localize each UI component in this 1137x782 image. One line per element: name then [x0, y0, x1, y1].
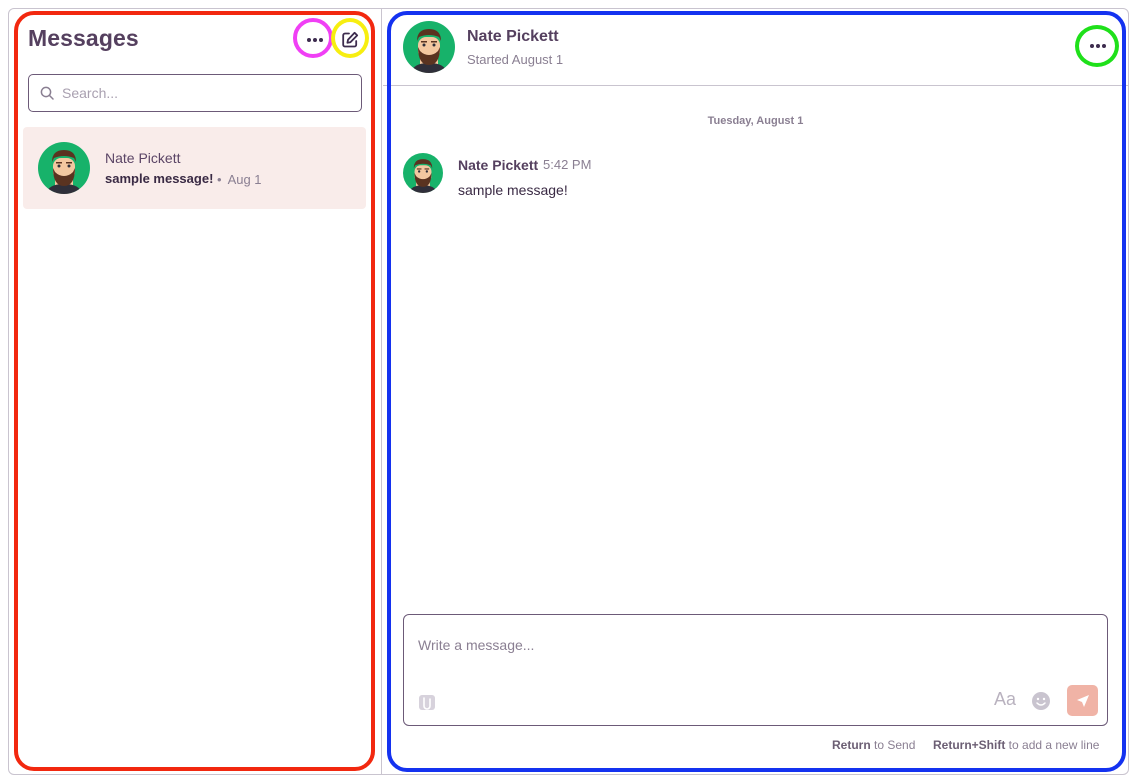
chat-subtitle: Started August 1 — [467, 52, 564, 67]
more-horizontal-icon — [1090, 44, 1106, 48]
conversation-date: • Aug 1 — [217, 172, 262, 187]
conversation-name: Nate Pickett — [105, 150, 181, 166]
conversation-date-text: Aug 1 — [227, 172, 262, 187]
search-icon — [40, 86, 54, 100]
compose-icon — [342, 31, 359, 48]
attachment-icon — [419, 695, 435, 710]
compose-button[interactable] — [335, 25, 365, 55]
bearded-man-avatar-icon — [38, 142, 90, 194]
search-input[interactable] — [62, 85, 342, 101]
list-options-button[interactable] — [300, 25, 330, 55]
bearded-man-avatar-icon — [403, 153, 443, 193]
avatar — [38, 142, 90, 199]
format-text-button[interactable]: Aa — [994, 689, 1016, 710]
page-title: Messages — [28, 25, 139, 51]
send-button[interactable] — [1067, 685, 1098, 716]
chat-header-avatar — [403, 21, 455, 78]
send-hint-key: Return — [832, 738, 871, 752]
conversation-list-pane — [9, 9, 382, 774]
newline-hint-text: to add a new line — [1005, 738, 1100, 752]
message-input[interactable] — [418, 637, 1088, 663]
newline-hint-key: Return+Shift — [933, 738, 1006, 752]
send-hint-text: to Send — [870, 738, 916, 752]
conversation-snippet: sample message! — [105, 171, 214, 186]
emoji-button[interactable] — [1030, 690, 1052, 712]
message-sender: Nate Pickett — [458, 157, 539, 173]
header-divider — [383, 85, 1128, 86]
day-separator: Tuesday, August 1 — [707, 115, 804, 127]
emoji-icon — [1032, 692, 1050, 710]
attach-button[interactable] — [416, 691, 438, 713]
search-box[interactable] — [28, 74, 362, 112]
more-horizontal-icon — [307, 38, 323, 42]
message-avatar — [403, 153, 443, 198]
message-composer: Aa — [403, 614, 1108, 726]
send-icon — [1076, 694, 1089, 707]
chat-title: Nate Pickett — [467, 28, 559, 45]
message-text: sample message! — [458, 182, 568, 198]
bearded-man-avatar-icon — [403, 21, 455, 73]
conversation-item[interactable]: Nate Pickett sample message! • Aug 1 — [23, 127, 366, 209]
chat-options-button[interactable] — [1083, 31, 1113, 61]
send-hint: Return to Send — [832, 738, 915, 752]
newline-hint: Return+Shift to add a new line — [933, 738, 1099, 752]
message-time: 5:42 PM — [543, 157, 592, 172]
